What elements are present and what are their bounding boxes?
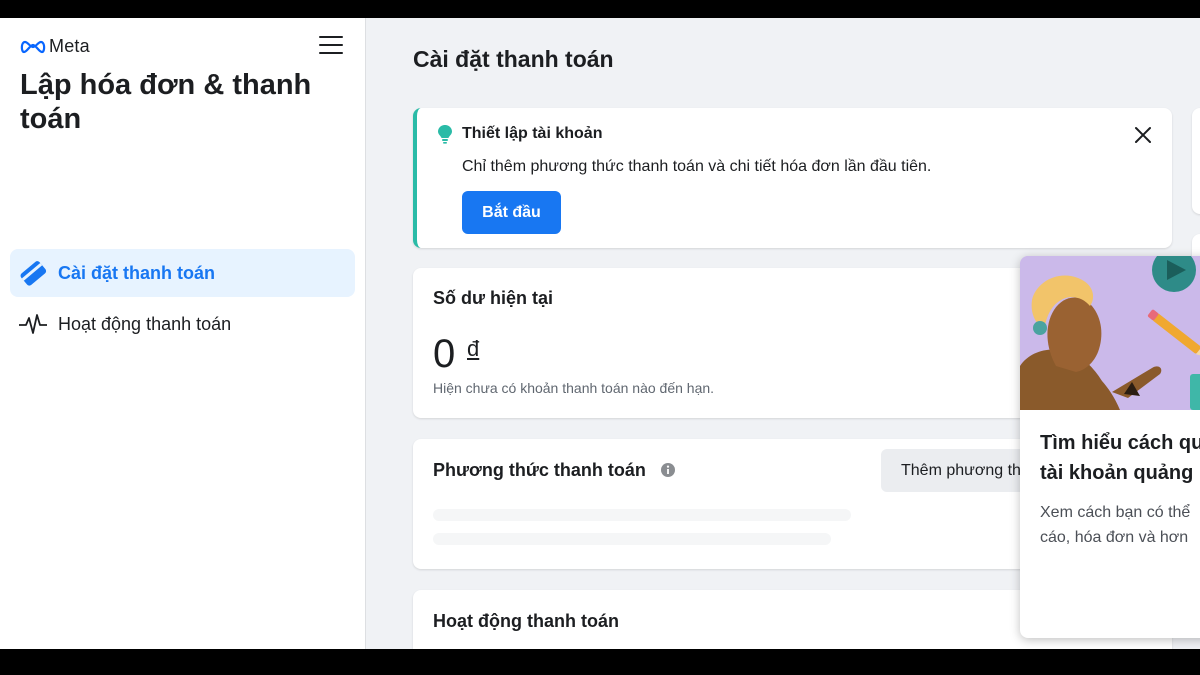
account-setup-card: Thiết lập tài khoản Chỉ thêm phương thức… — [413, 108, 1172, 248]
balance-card-title: Số dư hiện tại — [433, 288, 554, 308]
balance-amount: 0 — [433, 332, 456, 376]
meta-infinity-icon — [20, 40, 46, 53]
sidebar-item-payment-activity[interactable]: Hoạt động thanh toán — [10, 300, 355, 348]
lightbulb-icon — [437, 124, 453, 149]
promo-illustration — [1020, 256, 1200, 410]
close-icon[interactable] — [1132, 124, 1154, 146]
balance-currency: đ — [467, 336, 480, 361]
sidebar-item-label: Cài đặt thanh toán — [58, 262, 215, 283]
meta-logo[interactable]: Meta — [20, 36, 90, 57]
get-started-button[interactable]: Bắt đầu — [462, 191, 561, 234]
balance-note: Hiện chưa có khoản thanh toán nào đến hạ… — [433, 380, 715, 396]
page-title: Cài đặt thanh toán — [413, 46, 614, 72]
promo-description: Xem cách bạn có thể cáo, hóa đơn và hơn — [1040, 504, 1191, 546]
activity-pulse-icon — [18, 309, 48, 339]
sidebar: Meta Lập hóa đơn & thanh toán Cài đặt th… — [0, 18, 366, 649]
loading-placeholder — [433, 509, 851, 521]
learn-more-popup[interactable]: Tìm hiểu cách qu tài khoản quảng Xem các… — [1020, 256, 1200, 638]
side-card — [1192, 108, 1200, 214]
payment-activity-title: Hoạt động thanh toán — [433, 611, 619, 631]
sidebar-item-payment-settings[interactable]: Cài đặt thanh toán — [10, 249, 355, 297]
setup-card-description: Chỉ thêm phương thức thanh toán và chi t… — [462, 158, 932, 175]
hamburger-menu-icon[interactable] — [319, 36, 343, 58]
info-icon[interactable] — [660, 462, 676, 483]
loading-placeholder — [433, 533, 831, 545]
credit-card-icon — [18, 258, 48, 288]
sidebar-item-label: Hoạt động thanh toán — [58, 313, 232, 334]
promo-title: Tìm hiểu cách qu tài khoản quảng — [1040, 432, 1200, 484]
app-title: Lập hóa đơn & thanh toán — [20, 69, 312, 135]
payment-methods-title: Phương thức thanh toán — [433, 460, 646, 480]
meta-logo-text: Meta — [49, 36, 90, 56]
setup-card-title: Thiết lập tài khoản — [462, 125, 603, 142]
app-window: Meta Lập hóa đơn & thanh toán Cài đặt th… — [0, 18, 1200, 649]
